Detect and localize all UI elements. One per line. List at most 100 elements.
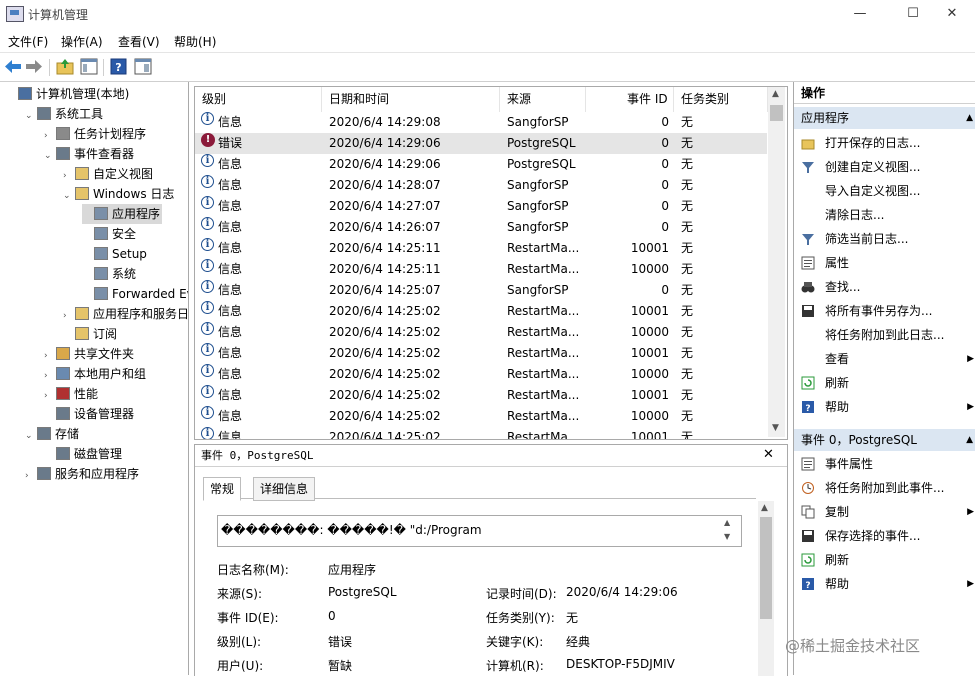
action-item[interactable]: ? 帮助 ▶ [794, 572, 975, 596]
menu-help[interactable]: 帮助(H) [174, 33, 216, 50]
show-hide-action-pane-icon[interactable] [134, 58, 152, 75]
table-row[interactable]: i 信息 2020/6/4 14:25:02 RestartMa... 10001 无 [195, 385, 767, 406]
table-row[interactable]: ! 错误 2020/6/4 14:29:06 PostgreSQL 0 无 [195, 133, 767, 154]
detail-scroll-up-icon[interactable]: ▲ [761, 503, 768, 513]
section-application[interactable]: 应用程序 ▲ [794, 107, 975, 129]
table-row[interactable]: i 信息 2020/6/4 14:25:02 RestartMa... 10000 无 [195, 364, 767, 385]
table-row[interactable]: i 信息 2020/6/4 14:25:02 RestartMa... 10000 无 [195, 322, 767, 343]
tree-item[interactable]: › 本地用户和组 [44, 364, 146, 384]
collapsed-chevron-icon[interactable]: › [63, 306, 73, 326]
collapsed-chevron-icon[interactable]: › [63, 166, 73, 186]
table-row[interactable]: i 信息 2020/6/4 14:28:07 SangforSP 0 无 [195, 175, 767, 196]
tree-item[interactable]: ⌄ 系统工具 [25, 104, 103, 124]
table-row[interactable]: i 信息 2020/6/4 14:27:07 SangforSP 0 无 [195, 196, 767, 217]
show-hide-tree-icon[interactable] [80, 58, 98, 75]
action-item[interactable]: 筛选当前日志... [794, 227, 975, 251]
close-button[interactable]: ✕ [929, 0, 975, 28]
collapse-icon[interactable]: ▲ [966, 429, 973, 451]
tree-item[interactable]: ⌄ Windows 日志 [63, 184, 174, 204]
tree-item[interactable]: 系统 [82, 264, 136, 284]
action-item[interactable]: 属性 [794, 251, 975, 275]
expanded-chevron-icon[interactable]: ⌄ [25, 426, 35, 446]
action-item[interactable]: 将任务附加到此事件... [794, 476, 975, 500]
action-item[interactable]: 事件属性 [794, 452, 975, 476]
minimize-button[interactable]: — [837, 0, 883, 28]
scroll-up-icon[interactable]: ▲ [772, 89, 779, 99]
action-item[interactable]: 查看 ▶ [794, 347, 975, 371]
table-row[interactable]: i 信息 2020/6/4 14:25:02 RestartMa... 10001 无 [195, 301, 767, 322]
message-scroll-up-icon[interactable]: ▲ [724, 518, 730, 527]
tree-item[interactable]: › 服务和应用程序 [25, 464, 139, 484]
menu-file[interactable]: 文件(F) [8, 33, 48, 50]
detail-scrollbar-thumb[interactable] [760, 517, 772, 619]
tree-item[interactable]: Forwarded Eve [82, 284, 188, 304]
collapse-icon[interactable]: ▲ [966, 107, 973, 129]
back-arrow-icon[interactable] [4, 58, 22, 75]
collapsed-chevron-icon[interactable]: › [44, 346, 54, 366]
help-icon[interactable]: ? [110, 58, 128, 75]
table-row[interactable]: i 信息 2020/6/4 14:25:11 RestartMa... 10001 无 [195, 238, 767, 259]
tree-item[interactable]: 计算机管理(本地) [6, 84, 129, 104]
scroll-down-icon[interactable]: ▼ [772, 423, 779, 433]
tree-item[interactable]: 安全 [82, 224, 136, 244]
action-item[interactable]: 创建自定义视图... [794, 155, 975, 179]
event-message-box[interactable]: ��������: �����!� "d:/Program ▲ ▼ [217, 515, 742, 547]
action-item[interactable]: 复制 ▶ [794, 500, 975, 524]
row-datetime: 2020/6/4 14:25:02 [329, 325, 441, 339]
section-event[interactable]: 事件 0，PostgreSQL ▲ [794, 429, 975, 451]
tree-item[interactable]: › 性能 [44, 384, 98, 404]
message-scroll-down-icon[interactable]: ▼ [724, 532, 730, 541]
action-item[interactable]: 导入自定义视图... [794, 179, 975, 203]
action-item[interactable]: 刷新 [794, 548, 975, 572]
table-row[interactable]: i 信息 2020/6/4 14:29:06 PostgreSQL 0 无 [195, 154, 767, 175]
tree-item[interactable]: › 自定义视图 [63, 164, 153, 184]
table-row[interactable]: i 信息 2020/6/4 14:26:07 SangforSP 0 无 [195, 217, 767, 238]
action-item[interactable]: 清除日志... [794, 203, 975, 227]
collapsed-chevron-icon[interactable]: › [44, 126, 54, 146]
expanded-chevron-icon[interactable]: ⌄ [44, 146, 54, 166]
tree-item[interactable]: 磁盘管理 [44, 444, 122, 464]
tree-item[interactable]: › 应用程序和服务日志 [63, 304, 188, 326]
table-row[interactable]: i 信息 2020/6/4 14:25:02 RestartMa... 10000 无 [195, 406, 767, 427]
menu-view[interactable]: 查看(V) [118, 33, 160, 50]
tab-details[interactable]: 详细信息 [253, 477, 316, 501]
column-header-datetime[interactable]: 日期和时间 [322, 87, 500, 112]
collapsed-chevron-icon[interactable]: › [44, 386, 54, 406]
up-folder-icon[interactable] [56, 58, 74, 75]
tree-item[interactable]: 设备管理器 [44, 404, 134, 424]
detail-scrollbar[interactable]: ▲ [758, 501, 774, 676]
table-row[interactable]: i 信息 2020/6/4 14:29:08 SangforSP 0 无 [195, 112, 767, 133]
action-item[interactable]: 查找... [794, 275, 975, 299]
action-item[interactable]: ? 帮助 ▶ [794, 395, 975, 419]
tree-item[interactable]: › 任务计划程序 [44, 124, 146, 144]
action-item[interactable]: 将所有事件另存为... [794, 299, 975, 323]
tab-general[interactable]: 常规 [203, 477, 242, 501]
column-header-event-id[interactable]: 事件 ID [586, 87, 674, 112]
column-header-level[interactable]: 级别 [195, 87, 322, 112]
event-list-scrollbar[interactable]: ▲ ▼ [768, 87, 785, 437]
tree-item[interactable]: ⌄ 存储 [25, 424, 79, 444]
close-detail-icon[interactable]: ✕ [763, 447, 774, 462]
table-row[interactable]: i 信息 2020/6/4 14:25:02 RestartMa... 10001 无 [195, 343, 767, 364]
action-item[interactable]: 打开保存的日志... [794, 131, 975, 155]
table-row[interactable]: i 信息 2020/6/4 14:25:11 RestartMa... 10000 无 [195, 259, 767, 280]
tree-item[interactable]: 应用程序 [82, 204, 163, 224]
expanded-chevron-icon[interactable]: ⌄ [63, 186, 73, 206]
tree-item[interactable]: Setup [82, 244, 147, 264]
collapsed-chevron-icon[interactable]: › [25, 466, 35, 486]
column-header-task-category[interactable]: 任务类别 [674, 87, 768, 112]
forward-arrow-icon[interactable] [25, 58, 43, 75]
collapsed-chevron-icon[interactable]: › [44, 366, 54, 386]
table-row[interactable]: i 信息 2020/6/4 14:25:07 SangforSP 0 无 [195, 280, 767, 301]
table-row[interactable]: i 信息 2020/6/4 14:25:02 RestartMa... 10001 无 [195, 427, 767, 439]
action-item[interactable]: 保存选择的事件... [794, 524, 975, 548]
tree-item[interactable]: › 共享文件夹 [44, 344, 134, 364]
action-item[interactable]: 刷新 [794, 371, 975, 395]
menu-action[interactable]: 操作(A) [61, 33, 103, 50]
tree-item[interactable]: ⌄ 事件查看器 [44, 144, 134, 164]
column-header-source[interactable]: 来源 [500, 87, 586, 112]
action-item[interactable]: 将任务附加到此日志... [794, 323, 975, 347]
expanded-chevron-icon[interactable]: ⌄ [25, 106, 35, 126]
scrollbar-thumb[interactable] [770, 105, 783, 121]
tree-item[interactable]: 订阅 [63, 324, 117, 344]
